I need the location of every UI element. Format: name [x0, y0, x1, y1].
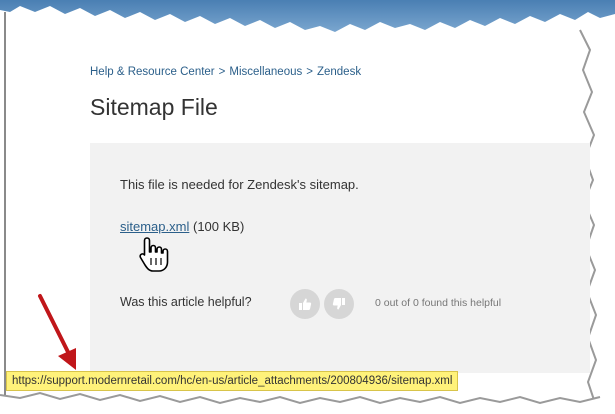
- screenshot-frame: Help & Resource Center > Miscellaneous > Zen…: [0, 0, 615, 414]
- attachment-row: sitemap.xml (100 KB): [120, 219, 244, 234]
- annotation-arrow-icon: [38, 294, 76, 370]
- helpful-count: 0 out of 0 found this helpful: [375, 297, 502, 309]
- downvote-button[interactable]: [324, 289, 354, 319]
- article-body-text: This file is needed for Zendesk's sitema…: [120, 177, 359, 192]
- thumbs-up-icon: [299, 298, 312, 310]
- attachment-link[interactable]: sitemap.xml: [120, 219, 189, 234]
- hand-pointer-cursor-icon: [139, 237, 169, 272]
- helpful-question: Was this article helpful?: [120, 295, 252, 309]
- attachment-size: (100 KB): [192, 219, 245, 234]
- breadcrumb: Help & Resource Center > Miscellaneous > Zen…: [90, 66, 361, 78]
- breadcrumb-item-zendesk[interactable]: Zendesk: [317, 66, 361, 78]
- status-bar-url: https://support.modernretail.com/hc/en-u…: [6, 371, 459, 391]
- page-title: Sitemap File: [90, 94, 218, 120]
- thumbs-down-icon: [332, 298, 345, 310]
- breadcrumb-item-miscellaneous[interactable]: Miscellaneous: [229, 66, 302, 78]
- breadcrumb-item-help-center[interactable]: Help & Resource Center: [90, 66, 215, 78]
- upvote-button[interactable]: [290, 289, 320, 319]
- breadcrumb-separator: >: [218, 66, 226, 78]
- breadcrumb-separator: >: [306, 66, 313, 78]
